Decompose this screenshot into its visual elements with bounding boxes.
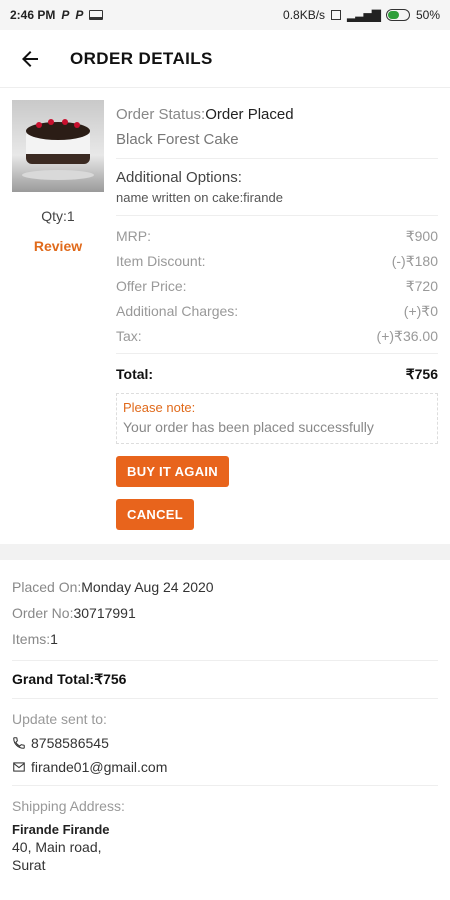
phone-number: 8758586545 [31, 735, 109, 751]
data-icon [331, 10, 342, 20]
order-summary: Placed On:Monday Aug 24 2020 Order No:30… [0, 560, 450, 873]
price-value: ₹720 [405, 278, 438, 294]
back-arrow-icon[interactable] [18, 47, 42, 71]
price-breakdown: MRP: ₹900 Item Discount: (-)₹180 Offer P… [116, 216, 438, 354]
price-value: (+)₹0 [403, 303, 438, 319]
app-header: ORDER DETAILS [0, 30, 450, 88]
price-row-tax: Tax: (+)₹36.00 [116, 328, 438, 345]
price-row-additional: Additional Charges: (+)₹0 [116, 303, 438, 320]
placed-on: Placed On:Monday Aug 24 2020 [12, 576, 438, 598]
order-status-value: Order Placed [205, 106, 294, 123]
additional-options-value: name written on cake:firande [116, 190, 438, 216]
item-quantity: Qty:1 [41, 208, 75, 224]
total-label: Total: [116, 366, 154, 382]
product-name: Black Forest Cake [116, 131, 438, 159]
notification-p-icon: P [75, 8, 84, 22]
laptop-icon [89, 10, 104, 20]
signal-icon: ▂▃▅▇ [347, 8, 381, 22]
status-bar-right: 0.8KB/s ▂▃▅▇ 50% [283, 8, 440, 22]
notification-p-icon: P [61, 8, 70, 22]
shipping-name: Firande Firande [12, 822, 110, 837]
grand-total: Grand Total:₹756 [12, 671, 438, 688]
product-image[interactable] [12, 100, 104, 192]
contact-phone: 8758586545 [12, 735, 438, 751]
network-speed: 0.8KB/s [283, 8, 326, 22]
order-number: Order No:30717991 [12, 602, 438, 624]
price-row-discount: Item Discount: (-)₹180 [116, 253, 438, 270]
phone-icon [13, 737, 25, 749]
update-sent-title: Update sent to: [12, 711, 107, 727]
price-value: (-)₹180 [391, 253, 438, 269]
status-bar-left: 2:46 PM P P [10, 8, 104, 22]
item-left-column: Qty:1 Review [12, 100, 104, 530]
grand-total-label: Grand Total: [12, 671, 95, 687]
order-status-label: Order Status: [116, 106, 206, 123]
order-item-card: Qty:1 Review Order Status:Order Placed B… [0, 88, 450, 530]
page-title: ORDER DETAILS [70, 48, 213, 68]
order-number-label: Order No: [12, 605, 74, 621]
order-status: Order Status:Order Placed [116, 106, 438, 123]
cancel-button[interactable]: CANCEL [116, 499, 194, 530]
grand-total-value: ₹756 [94, 671, 127, 687]
price-value: (+)₹36.00 [376, 328, 438, 344]
items-count: Items:1 [12, 628, 438, 650]
status-time: 2:46 PM [10, 8, 56, 22]
price-label: Additional Charges: [116, 303, 239, 319]
mail-icon [13, 762, 25, 772]
additional-options-title: Additional Options: [116, 169, 242, 186]
battery-icon [385, 9, 410, 21]
section-divider [0, 544, 450, 560]
shipping-line-2: Surat [12, 857, 46, 873]
price-label: Item Discount: [116, 253, 206, 269]
order-number-value: 30717991 [73, 605, 136, 621]
item-details: Order Status:Order Placed Black Forest C… [104, 100, 438, 530]
price-label: Offer Price: [116, 278, 187, 294]
placed-on-label: Placed On: [12, 579, 82, 595]
price-row-mrp: MRP: ₹900 [116, 228, 438, 245]
note-box: Please note: Your order has been placed … [116, 393, 438, 444]
contact-email: firande01@gmail.com [12, 759, 438, 775]
note-text: Your order has been placed successfully [123, 419, 374, 435]
price-label: Tax: [116, 328, 142, 344]
price-value: ₹900 [405, 228, 438, 244]
email-address: firande01@gmail.com [31, 759, 168, 775]
item-total: Total: ₹756 [116, 366, 438, 383]
review-link[interactable]: Review [34, 238, 82, 254]
battery-percent: 50% [415, 8, 440, 22]
buy-it-again-button[interactable]: BUY IT AGAIN [116, 456, 229, 487]
status-bar: 2:46 PM P P 0.8KB/s ▂▃▅▇ 50% [0, 0, 450, 30]
price-label: MRP: [116, 228, 151, 244]
note-title: Please note: [123, 400, 196, 415]
items-count-label: Items: [12, 631, 51, 647]
price-row-offer: Offer Price: ₹720 [116, 278, 438, 295]
shipping-line-1: 40, Main road, [12, 839, 102, 855]
shipping-address-title: Shipping Address: [12, 798, 125, 814]
total-value: ₹756 [405, 366, 438, 382]
items-count-value: 1 [50, 631, 58, 647]
placed-on-value: Monday Aug 24 2020 [81, 579, 214, 595]
